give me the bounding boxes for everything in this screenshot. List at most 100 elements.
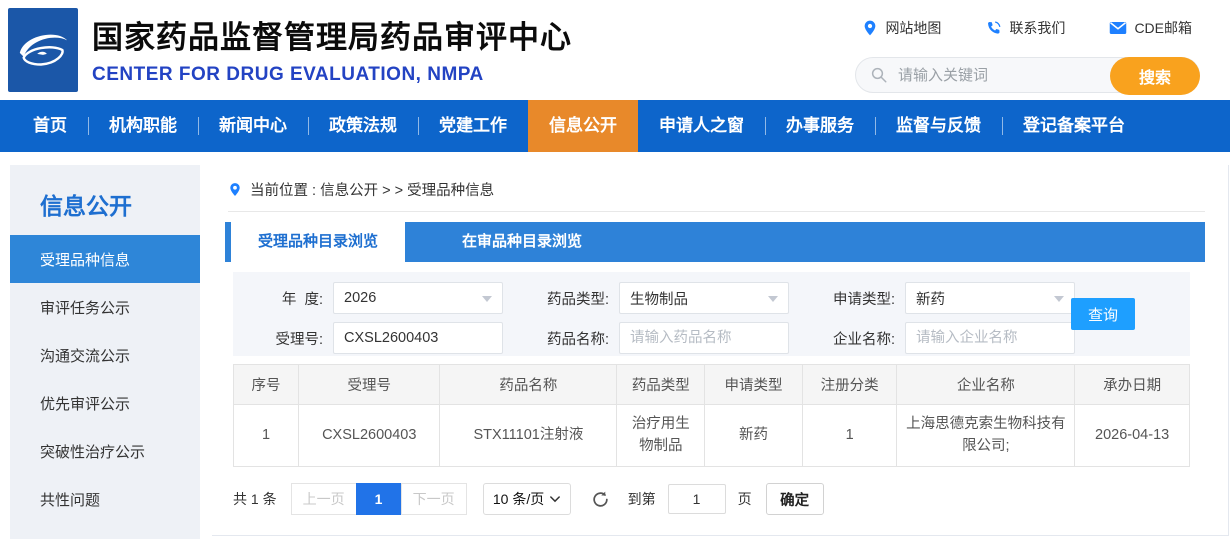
pagination-total: 共 1 条	[233, 491, 277, 507]
site-search-button[interactable]: 搜索	[1110, 57, 1200, 95]
drug-name-input[interactable]	[619, 322, 789, 354]
tab-accepted-catalog[interactable]: 受理品种目录浏览	[231, 222, 406, 262]
filter-group-apply-type: 申请类型: 新药	[817, 282, 1075, 314]
prev-page-button[interactable]: 上一页	[290, 483, 357, 515]
sidebar-title: 信息公开	[40, 193, 132, 219]
filter-group-drug-name: 药品名称:	[531, 322, 789, 354]
refresh-icon	[592, 491, 608, 507]
page-unit-label: 页	[737, 491, 752, 507]
results-table: 序号 受理号 药品名称 药品类型 申请类型 注册分类 企业名称 承办日期 1 C…	[233, 364, 1190, 467]
accept-no-input[interactable]	[333, 322, 503, 354]
content-panel: 当前位置 : 信息公开 > > 受理品种信息 受理品种目录浏览 在审品种目录浏览…	[212, 165, 1229, 536]
nav-item-services[interactable]: 办事服务	[765, 100, 875, 152]
year-label: 年 度:	[281, 291, 323, 308]
goto-page-label: 到第	[627, 491, 656, 507]
mail-icon	[1110, 22, 1127, 34]
site-search-bar: 搜索	[855, 57, 1200, 95]
sidebar-item-priority-review[interactable]: 优先审评公示	[10, 379, 200, 427]
sidebar: 信息公开 受理品种信息 审评任务公示 沟通交流公示 优先审评公示 突破性治疗公示…	[10, 165, 200, 539]
sidebar-item-communication[interactable]: 沟通交流公示	[10, 331, 200, 379]
apply-type-label: 申请类型:	[832, 291, 895, 308]
nav-item-policies[interactable]: 政策法规	[308, 100, 418, 152]
site-title-block: 国家药品监督管理局药品审评中心 CENTER FOR DRUG EVALUATI…	[92, 12, 572, 86]
cell-apply-type: 新药	[704, 404, 803, 467]
pagination: 共 1 条 上一页 1 下一页 10 条/页 到第 页 确定	[233, 483, 1228, 515]
cell-index: 1	[233, 404, 299, 467]
tab-under-review-catalog[interactable]: 在审品种目录浏览	[435, 222, 609, 262]
filter-row-1: 年 度: 2026 药品类型: 生物制品 申请类型: 新药	[245, 282, 1190, 314]
accept-no-label: 受理号:	[275, 331, 323, 348]
cell-reg-class: 1	[801, 404, 898, 467]
search-icon	[871, 67, 887, 83]
nav-item-functions[interactable]: 机构职能	[88, 100, 198, 152]
location-pin-icon	[230, 183, 240, 196]
map-pin-icon	[865, 20, 876, 36]
contact-link[interactable]: 联系我们	[985, 18, 1065, 38]
main-nav: 首页 机构职能 新闻中心 政策法规 党建工作 信息公开 申请人之窗 办事服务 监…	[0, 100, 1230, 152]
year-select-value: 2026	[344, 290, 377, 306]
site-subtitle: CENTER FOR DRUG EVALUATION, NMPA	[92, 64, 484, 85]
next-page-button[interactable]: 下一页	[400, 483, 467, 515]
cell-company: 上海思德克索生物科技有限公司;	[896, 404, 1076, 467]
apply-type-select-value: 新药	[916, 291, 945, 308]
breadcrumb-divider	[228, 211, 1205, 212]
page-size-value: 10 条/页	[492, 491, 545, 507]
filter-group-drug-type: 药品类型: 生物制品	[531, 282, 789, 314]
nav-item-registration-platform[interactable]: 登记备案平台	[1002, 100, 1146, 152]
confirm-button[interactable]: 确定	[765, 483, 824, 515]
chevron-down-icon	[482, 296, 492, 302]
sidebar-item-breakthrough-therapy[interactable]: 突破性治疗公示	[10, 427, 200, 475]
filter-panel: 年 度: 2026 药品类型: 生物制品 申请类型: 新药 受理号: CXSL2…	[233, 272, 1190, 356]
drug-name-label: 药品名称:	[546, 331, 609, 348]
nav-item-home[interactable]: 首页	[12, 100, 88, 152]
goto-page-input[interactable]	[667, 484, 726, 514]
site-title: 国家药品监督管理局药品审评中心	[92, 20, 572, 55]
year-select[interactable]: 2026	[333, 282, 503, 314]
mailbox-link[interactable]: CDE邮箱	[1109, 18, 1192, 38]
breadcrumb: 当前位置 : 信息公开 > > 受理品种信息	[212, 165, 1228, 200]
sidebar-item-review-tasks[interactable]: 审评任务公示	[10, 283, 200, 331]
col-header-date: 承办日期	[1074, 364, 1190, 405]
col-header-index: 序号	[233, 364, 299, 405]
chevron-down-icon	[768, 296, 778, 302]
nav-item-supervision[interactable]: 监督与反馈	[875, 100, 1002, 152]
sidebar-item-common-issues[interactable]: 共性问题	[10, 475, 200, 523]
cell-accept-no: CXSL2600403	[297, 404, 441, 467]
table-header-row: 序号 受理号 药品名称 药品类型 申请类型 注册分类 企业名称 承办日期	[233, 364, 1190, 405]
filter-row-2: 受理号: 药品名称: 企业名称:	[245, 322, 1190, 354]
cell-drug-type: 治疗用生物制品	[616, 404, 706, 467]
site-header: 国家药品监督管理局药品审评中心 CENTER FOR DRUG EVALUATI…	[0, 0, 1230, 100]
breadcrumb-text: 当前位置 : 信息公开 > > 受理品种信息	[250, 183, 495, 199]
refresh-button[interactable]	[591, 490, 610, 509]
company-label: 企业名称:	[832, 331, 895, 348]
col-header-company: 企业名称	[896, 364, 1076, 405]
query-button[interactable]: 查询	[1071, 298, 1135, 330]
col-header-accept-no: 受理号	[297, 364, 441, 405]
sidebar-item-accepted-varieties[interactable]: 受理品种信息	[10, 235, 200, 283]
contact-label: 联系我们	[1009, 20, 1066, 36]
nav-item-news[interactable]: 新闻中心	[198, 100, 308, 152]
col-header-apply-type: 申请类型	[704, 364, 803, 405]
cell-date: 2026-04-13	[1074, 404, 1190, 467]
select-chevron-icon	[550, 495, 561, 502]
filter-group-year: 年 度: 2026	[245, 282, 503, 314]
sitemap-label: 网站地图	[885, 20, 942, 36]
filter-group-accept-no: 受理号:	[245, 322, 503, 354]
current-page-button[interactable]: 1	[355, 483, 402, 515]
chevron-down-icon	[1054, 296, 1064, 302]
drug-type-select[interactable]: 生物制品	[619, 282, 789, 314]
page-size-select[interactable]: 10 条/页	[482, 483, 571, 515]
sitemap-link[interactable]: 网站地图	[862, 18, 941, 38]
apply-type-select[interactable]: 新药	[905, 282, 1075, 314]
tab-bar: 受理品种目录浏览 在审品种目录浏览	[225, 222, 1205, 262]
nav-item-applicant-window[interactable]: 申请人之窗	[638, 100, 765, 152]
company-input[interactable]	[905, 322, 1075, 354]
filter-group-company: 企业名称:	[817, 322, 1075, 354]
nav-item-info-disclosure[interactable]: 信息公开	[528, 100, 638, 152]
cde-logo	[8, 8, 78, 92]
cde-logo-swoosh-icon	[19, 34, 68, 66]
sidebar-item-clinical-trial-license[interactable]: 临床试验默示许可	[10, 523, 200, 539]
nav-item-party[interactable]: 党建工作	[418, 100, 528, 152]
col-header-drug-name: 药品名称	[439, 364, 618, 405]
phone-icon	[988, 20, 1001, 34]
